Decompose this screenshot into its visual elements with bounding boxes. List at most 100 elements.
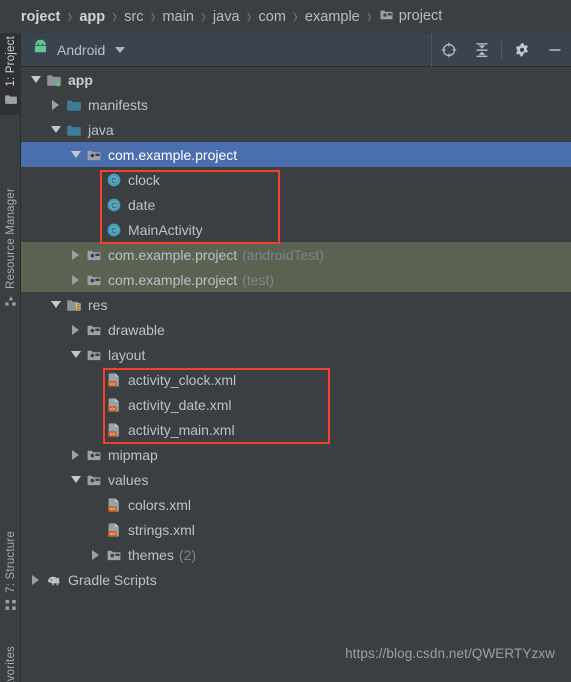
chevron-down-icon[interactable] [49,123,62,136]
chevron-down-icon[interactable] [49,298,62,311]
twisty-placeholder [89,423,102,436]
tree-row-label: com.example.project [108,246,238,263]
chevron-right-icon[interactable] [69,273,82,286]
tool-strip-button-structure[interactable]: 7: Structure [0,528,21,621]
chevron-right-icon[interactable] [69,323,82,336]
toolbar-actions [432,33,571,67]
java-class-icon: C [105,197,123,213]
tree-row-java[interactable]: java [21,117,571,142]
tree-row-com.example.project[interactable]: com.example.project (test) [21,267,571,292]
twisty-placeholder [89,223,102,236]
chevron-right-icon[interactable] [89,548,102,561]
tree-row-activity_clock.xml[interactable]: <> activity_clock.xml [21,367,571,392]
twisty-placeholder [89,373,102,386]
select-opened-file-icon[interactable] [432,33,465,67]
tree-row-manifests[interactable]: manifests [21,92,571,117]
chevron-right-icon[interactable] [29,573,42,586]
breadcrumb-item-example[interactable]: example [305,9,360,25]
project-tree[interactable]: app manifests java com.example.project Ccloc… [21,67,571,682]
tree-row-activity_main.xml[interactable]: <> activity_main.xml [21,417,571,442]
breadcrumb-item-project[interactable]: project [379,7,443,26]
chevron-right-icon[interactable] [69,448,82,461]
breadcrumb-item-label: app [79,8,106,25]
tree-row-app[interactable]: app [21,67,571,92]
package-folder-icon [105,547,123,563]
tree-row-label: strings.xml [128,521,195,538]
tree-row-strings.xml[interactable]: <> strings.xml [21,517,571,542]
tree-row-clock[interactable]: Cclock [21,167,571,192]
tree-row-activity_date.xml[interactable]: <> activity_date.xml [21,392,571,417]
tree-row-sublabel: (2) [178,546,197,563]
view-selector-label: Android [57,41,106,58]
tree-row-res[interactable]: res [21,292,571,317]
svg-text:<>: <> [110,506,116,511]
xml-layout-icon: <> [105,397,123,413]
breadcrumb-item-label: java [212,8,240,25]
twisty-placeholder [89,523,102,536]
breadcrumb-item-com[interactable]: com [259,9,286,25]
breadcrumb-item-label: example [304,8,360,25]
chevron-down-icon[interactable] [69,348,82,361]
xml-layout-icon: <> [105,497,123,513]
android-studio-project-panel: project › app › src › main › java › com › example › pr… [0,0,571,682]
tool-strip-label: Favorites [4,646,17,682]
package-folder-icon [85,447,103,463]
tree-row-gradle-scripts[interactable]: Gradle Scripts [21,567,571,592]
tool-strip-button-project[interactable]: 1: Project [0,33,21,115]
folder-teal-icon [65,122,83,138]
folder-icon [4,92,18,111]
svg-text:C: C [111,226,117,235]
tree-row-label: values [108,471,149,488]
chevron-right-icon[interactable] [69,248,82,261]
breadcrumb-separator: › [200,4,206,29]
tree-row-label: activity_date.xml [128,396,232,413]
tree-row-values[interactable]: values [21,467,571,492]
project-panel-toolbar: Android [21,32,571,67]
tool-strip-button-favorites[interactable]: Favorites [0,643,21,682]
svg-text:<>: <> [110,431,116,436]
tree-row-label: Gradle Scripts [68,571,157,588]
tree-row-layout[interactable]: layout [21,342,571,367]
package-folder-icon [85,322,103,338]
breadcrumb-item-label: project [398,8,443,24]
tree-row-date[interactable]: Cdate [21,192,571,217]
tree-row-drawable[interactable]: drawable [21,317,571,342]
tree-row-themes[interactable]: themes (2) [21,542,571,567]
chevron-down-icon[interactable] [29,73,42,86]
tree-row-mipmap[interactable]: mipmap [21,442,571,467]
breadcrumb-item-label: src [124,8,144,25]
breadcrumb-separator: › [112,4,118,29]
svg-text:<>: <> [110,406,116,411]
package-folder-icon [379,7,394,26]
package-folder-icon [85,472,103,488]
breadcrumb-item-src[interactable]: src [124,9,143,25]
chevron-down-icon[interactable] [69,473,82,486]
package-folder-icon [85,347,103,363]
tree-row-sublabel: (androidTest) [242,246,324,263]
tool-strip-label: 1: Project [4,36,17,87]
tree-row-mainactivity[interactable]: C MainActivity [21,217,571,242]
settings-gear-icon[interactable] [505,33,538,67]
breadcrumb-item-java[interactable]: java [213,9,240,25]
android-robot-icon [32,39,49,61]
java-class-icon: C [105,172,123,188]
tree-row-label: com.example.project [108,146,238,163]
tree-row-sublabel: (test) [242,271,275,288]
tool-strip-button-resource-manager[interactable]: Resource Manager [0,185,21,317]
svg-text:<>: <> [110,531,116,536]
res-folder-icon [65,297,83,313]
tree-row-label: mipmap [108,446,158,463]
twisty-placeholder [89,498,102,511]
package-folder-icon [85,272,103,288]
breadcrumb-item-main[interactable]: main [162,9,193,25]
module-folder-icon [45,72,63,88]
breadcrumb-item-app[interactable]: app [79,9,105,25]
tree-row-colors.xml[interactable]: <> colors.xml [21,492,571,517]
view-selector[interactable]: Android [21,33,126,66]
chevron-down-icon[interactable] [69,148,82,161]
chevron-right-icon[interactable] [49,98,62,111]
tree-row-com.example.project[interactable]: com.example.project (androidTest) [21,242,571,267]
collapse-all-icon[interactable] [465,33,498,67]
tree-row-com.example.project[interactable]: com.example.project [21,142,571,167]
hide-panel-icon[interactable] [538,33,571,67]
